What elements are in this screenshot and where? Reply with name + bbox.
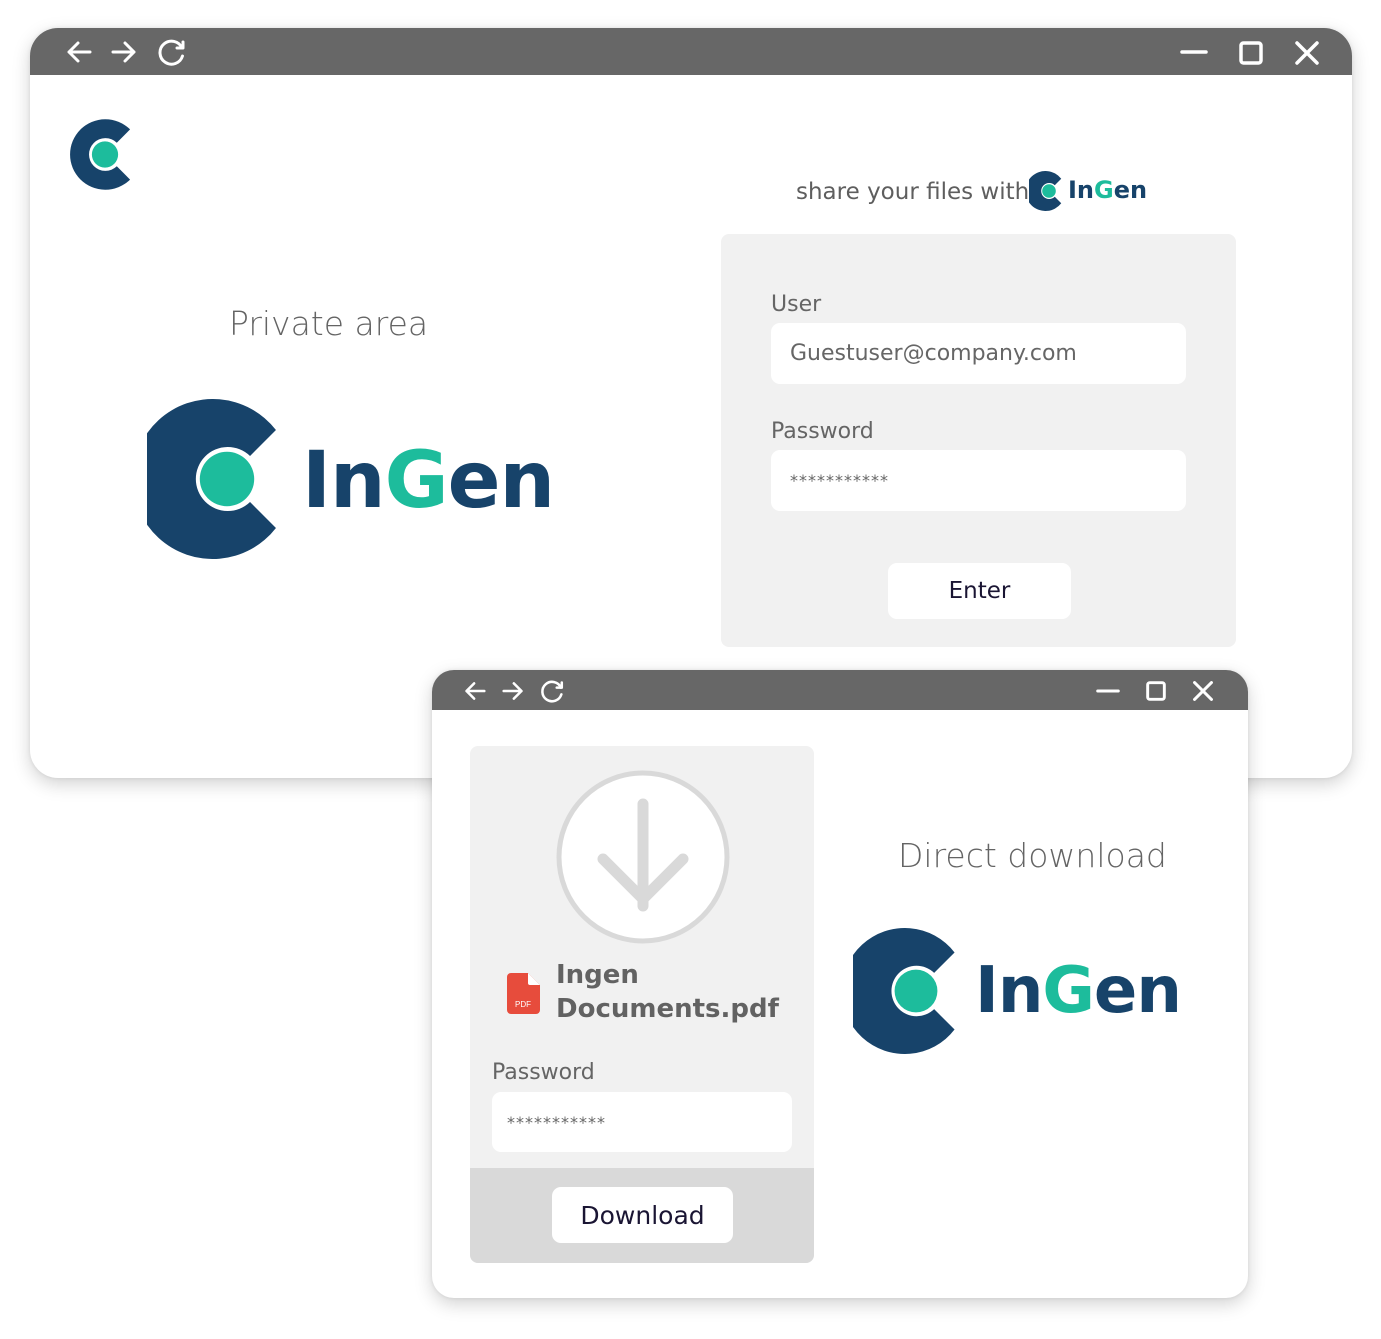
browser-titlebar [30,28,1352,75]
password-label: Password [771,419,874,444]
private-area-heading: Private area [229,304,429,343]
direct-download-heading: Direct download [898,836,1167,875]
download-arrow-icon[interactable] [556,770,730,948]
file-name-line2: Documents.pdf [556,994,779,1024]
enter-button[interactable]: Enter [888,563,1071,619]
login-browser-window: Private area InGen share your files with… [30,28,1352,778]
maximize-icon[interactable] [1239,41,1263,65]
download-card: PDF Ingen Documents.pdf Password Downloa… [470,746,814,1263]
svg-text:PDF: PDF [515,1000,531,1009]
brand-wordmark: InGen [302,436,555,526]
password-input[interactable] [771,450,1186,511]
file-name: Ingen Documents.pdf [556,958,779,1026]
minimize-icon[interactable] [1180,50,1208,54]
brand-logo-icon [1029,171,1069,211]
maximize-icon[interactable] [1146,681,1166,701]
user-input[interactable] [771,323,1186,384]
download-card-footer: Download [470,1168,814,1263]
forward-arrow-icon[interactable] [110,39,138,65]
minimize-icon[interactable] [1096,689,1120,693]
brand-logo-icon [64,107,146,202]
brand-wordmark: InGen [975,954,1182,1028]
login-form-panel: User Password Enter [721,234,1236,647]
reload-icon[interactable] [539,678,566,704]
download-browser-window: PDF Ingen Documents.pdf Password Downloa… [432,670,1248,1298]
browser-titlebar [432,670,1248,710]
file-name-line1: Ingen [556,960,639,990]
brand-logo-icon [853,928,979,1054]
pdf-file-icon: PDF [507,973,540,1018]
forward-arrow-icon[interactable] [501,680,525,702]
user-label: User [771,292,822,317]
back-arrow-icon[interactable] [65,39,93,65]
back-arrow-icon[interactable] [463,680,487,702]
tagline-brand-wordmark: InGen [1068,176,1148,204]
download-password-label: Password [492,1060,595,1085]
close-icon[interactable] [1192,680,1214,702]
tagline-text: share your files with [796,179,1030,205]
reload-icon[interactable] [156,37,188,67]
download-button[interactable]: Download [552,1187,733,1243]
close-icon[interactable] [1294,40,1320,66]
download-password-input[interactable] [492,1092,792,1152]
brand-logo-icon [147,399,307,559]
